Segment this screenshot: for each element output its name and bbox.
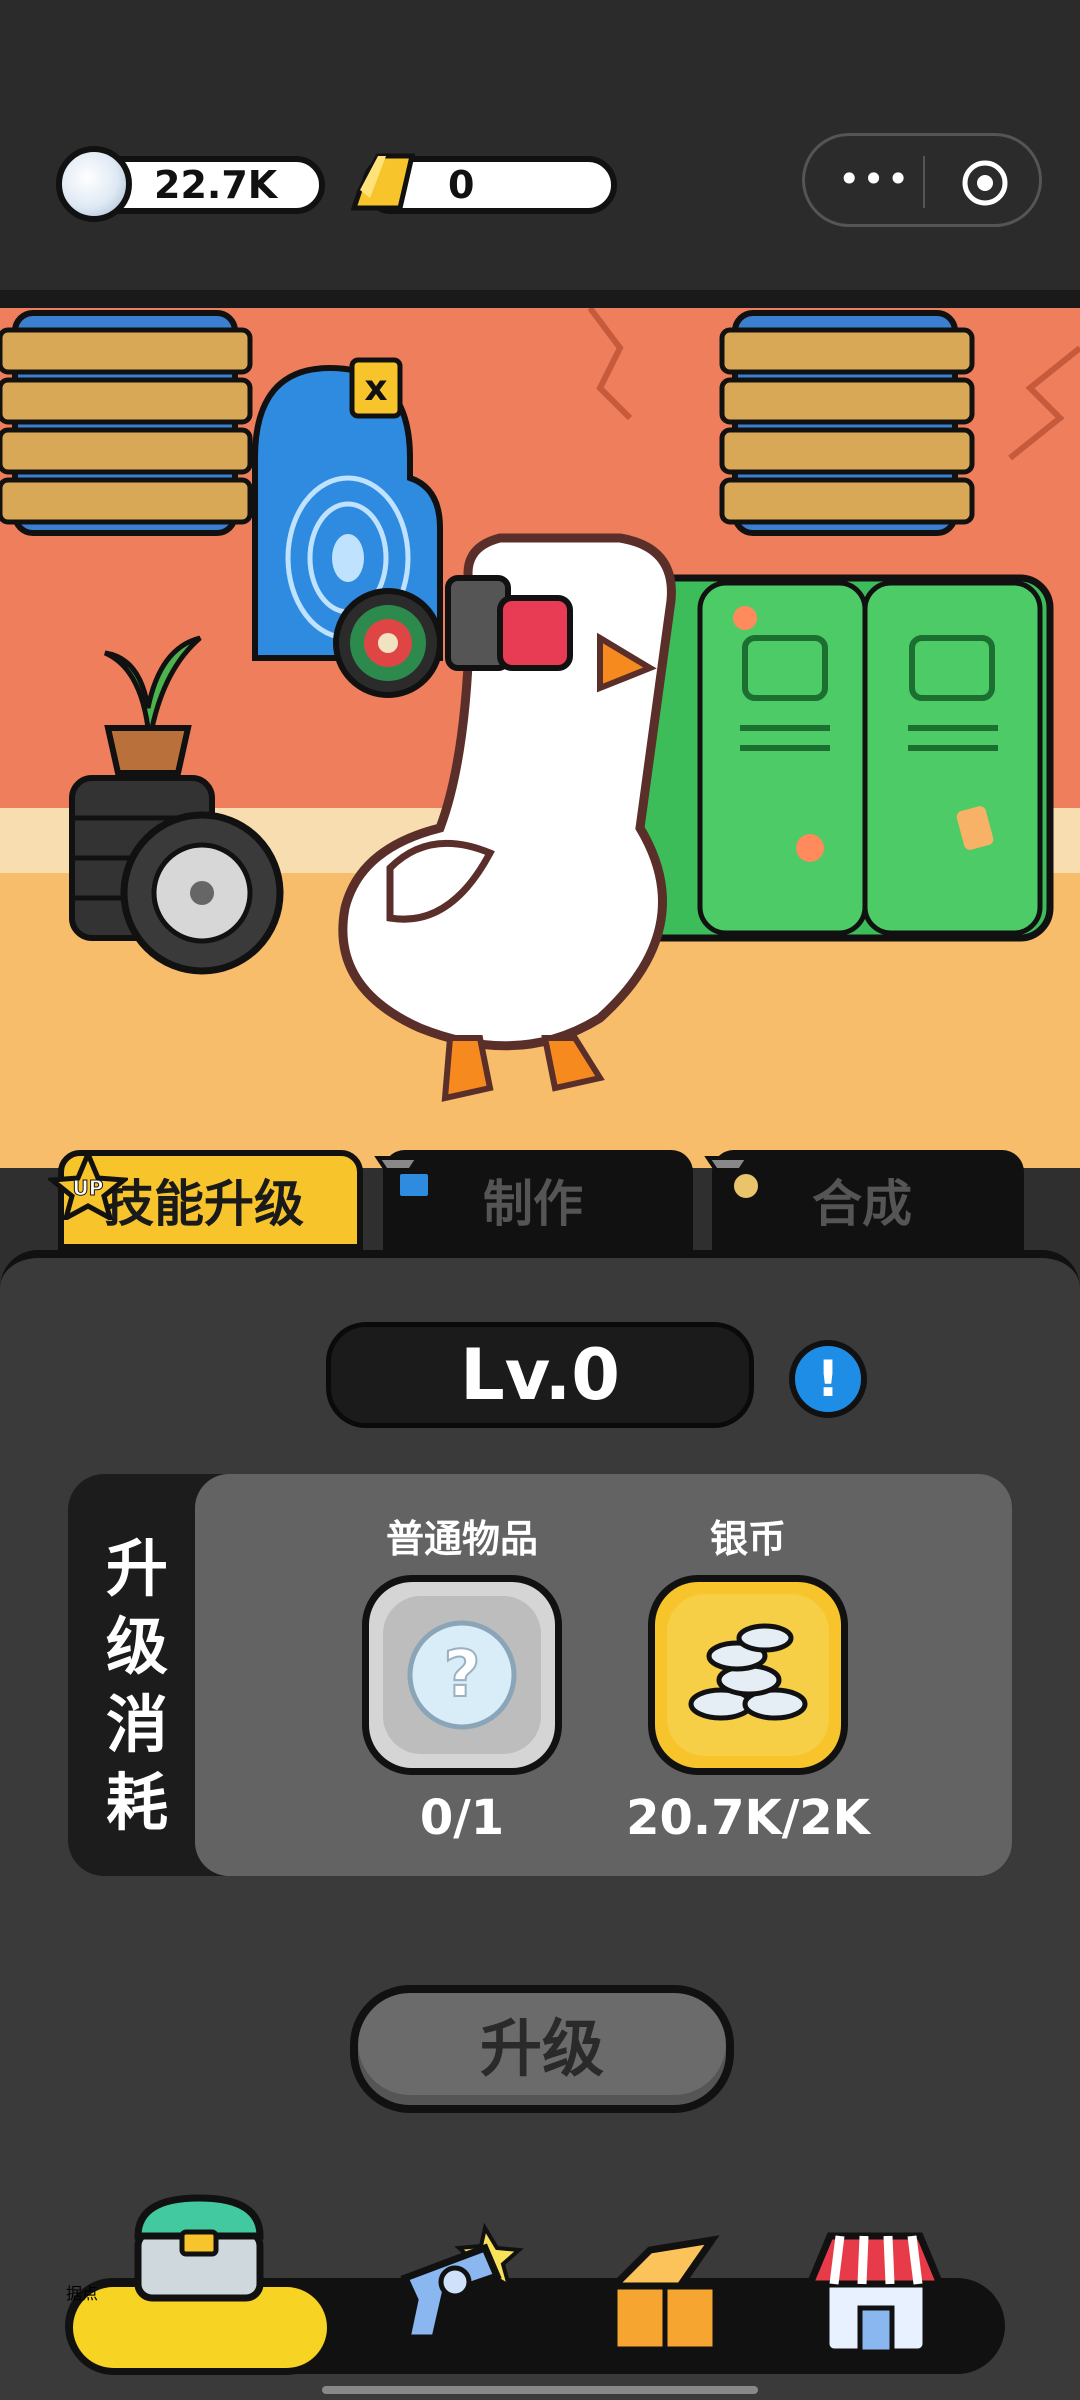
tyre-stack xyxy=(69,775,284,975)
up-star-icon: UP xyxy=(48,1150,128,1220)
mini-program-capsule: ••• xyxy=(802,133,1042,227)
shop-house-icon[interactable] xyxy=(800,2224,950,2360)
base-chest-icon xyxy=(134,2194,264,2302)
gold-bar-icon xyxy=(350,153,416,211)
info-exclamation-icon[interactable]: ! xyxy=(789,1340,867,1418)
wall-crack xyxy=(587,308,633,421)
silver-value: 22.7K xyxy=(154,163,278,207)
anvil-briefcase-icon xyxy=(374,1156,432,1200)
tab-merge-label: 合成 xyxy=(812,1175,912,1233)
potted-plant xyxy=(103,635,202,776)
tab-craft-label: 制作 xyxy=(483,1175,583,1233)
svg-text:?: ? xyxy=(443,1638,480,1712)
game-scene: x xyxy=(0,308,1080,1168)
green-lockers xyxy=(626,574,1054,942)
item-normal-count: 0/1 xyxy=(419,1790,505,1846)
boarded-window-left xyxy=(0,310,253,536)
item-silver-label: 银币 xyxy=(709,1517,786,1561)
tab-skill-upgrade-label: 技能升级 xyxy=(104,1175,304,1233)
more-dots-icon[interactable]: ••• xyxy=(838,154,909,204)
boarded-window-right xyxy=(719,310,975,536)
svg-text:UP: UP xyxy=(73,1176,104,1200)
close-target-icon[interactable] xyxy=(960,158,1010,208)
anvil-rainbow-icon xyxy=(704,1156,762,1202)
upgrade-button[interactable]: 升级 xyxy=(350,1985,734,2113)
dartboard xyxy=(333,588,443,698)
capsule-divider xyxy=(923,156,925,208)
home-indicator xyxy=(322,2386,758,2394)
upgrade-cost-items-area xyxy=(195,1474,1012,1876)
gold-value: 0 xyxy=(448,163,475,207)
item-silver-card[interactable] xyxy=(648,1575,848,1775)
svg-text:x: x xyxy=(364,368,387,409)
item-normal-label: 普通物品 xyxy=(385,1517,538,1561)
upgrade-cost-title: 升级消耗 xyxy=(105,1532,168,1839)
revolver-icon[interactable] xyxy=(385,2218,525,2358)
nav-base-label: 据点 xyxy=(66,2284,99,2303)
silver-coin-stack-icon xyxy=(688,1623,808,1721)
mystery-question-icon: ? xyxy=(407,1620,517,1730)
open-box-icon[interactable] xyxy=(600,2226,730,2360)
wall-crack xyxy=(1008,345,1080,461)
level-indicator: Lv.0 xyxy=(326,1322,754,1428)
silver-coin-icon xyxy=(56,146,132,222)
top-divider xyxy=(0,290,1080,308)
item-normal-card[interactable]: ? xyxy=(362,1575,562,1775)
item-silver-count: 20.7K/2K xyxy=(626,1790,870,1846)
